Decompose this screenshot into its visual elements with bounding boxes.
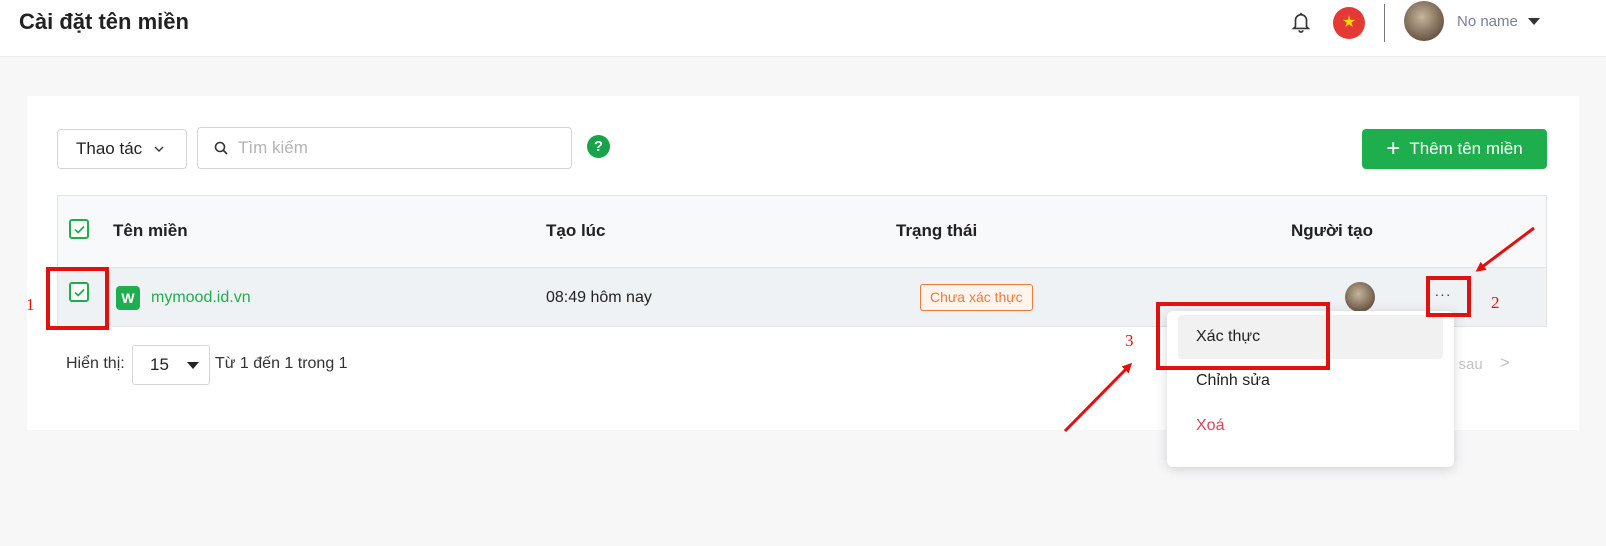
page-size-value: 15	[150, 355, 169, 374]
pagination-range: Từ 1 đến 1 trong 1	[215, 355, 348, 372]
status-badge: Chưa xác thực	[920, 284, 1033, 311]
search-input[interactable]	[238, 138, 558, 158]
add-domain-label: Thêm tên miền	[1409, 139, 1523, 158]
website-icon: W	[116, 286, 140, 310]
menu-item-delete[interactable]: Xoá	[1178, 404, 1443, 448]
column-header-creator[interactable]: Người tạo	[1291, 221, 1373, 241]
table-header: Tên miền Tạo lúc Trạng thái Người tạo	[58, 196, 1546, 268]
page-size-label: Hiển thị:	[66, 355, 125, 372]
next-arrow-icon[interactable]: >	[1500, 353, 1510, 373]
language-flag-icon[interactable]: ★	[1333, 7, 1365, 39]
annotation-box-more	[1426, 276, 1471, 317]
search-icon	[214, 141, 228, 155]
annotation-box-verify	[1156, 302, 1330, 370]
caret-down-icon	[187, 362, 199, 369]
annotation-label-3: 3	[1125, 331, 1134, 350]
column-header-created[interactable]: Tạo lúc	[546, 221, 606, 241]
annotation-box-checkbox	[46, 267, 109, 330]
chevron-down-icon	[154, 146, 164, 152]
annotation-label-1: 1	[26, 295, 35, 314]
search-box[interactable]	[197, 127, 572, 169]
created-at: 08:49 hôm nay	[546, 289, 652, 306]
creator-avatar	[1345, 282, 1375, 312]
page-size-select[interactable]: 15	[132, 345, 210, 385]
user-avatar[interactable]	[1404, 1, 1444, 41]
add-domain-button[interactable]: + Thêm tên miền	[1362, 129, 1547, 169]
bell-icon[interactable]	[1290, 10, 1312, 34]
user-menu-caret-icon[interactable]	[1528, 18, 1540, 25]
header-divider	[1384, 4, 1385, 42]
actions-label: Thao tác	[76, 139, 143, 158]
user-name[interactable]: No name	[1457, 13, 1518, 30]
actions-dropdown-button[interactable]: Thao tác	[57, 129, 187, 169]
page-title: Cài đặt tên miền	[19, 9, 189, 34]
top-bar: Cài đặt tên miền ★ No name	[0, 0, 1606, 57]
select-all-checkbox[interactable]	[69, 219, 89, 239]
check-icon	[73, 225, 85, 234]
plus-icon: +	[1386, 135, 1401, 162]
domain-link[interactable]: mymood.id.vn	[151, 289, 251, 307]
annotation-label-2: 2	[1491, 293, 1500, 312]
column-header-status[interactable]: Trạng thái	[896, 221, 977, 241]
column-header-domain[interactable]: Tên miền	[113, 221, 188, 241]
help-icon[interactable]: ?	[587, 135, 610, 158]
